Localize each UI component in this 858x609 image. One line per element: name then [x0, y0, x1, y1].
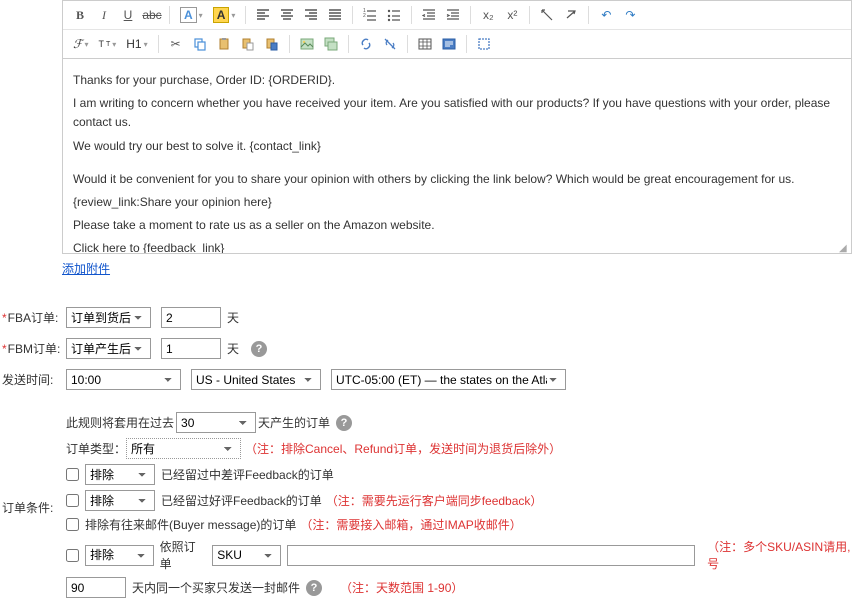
editor-content[interactable]: Thanks for your purchase, Order ID: {ORD…: [62, 59, 852, 254]
sendtime-tz-select[interactable]: UTC-05:00 (ET) — the states on the Atla: [331, 369, 566, 390]
paste-button[interactable]: [213, 33, 235, 55]
exclude4-select[interactable]: 排除: [85, 545, 154, 566]
undo-button[interactable]: ↶: [595, 4, 617, 26]
resize-handle[interactable]: ◢: [839, 241, 849, 251]
copy-button[interactable]: [189, 33, 211, 55]
editor-line: Would it be convenient for you to share …: [73, 170, 841, 189]
ordered-list-button[interactable]: 12: [359, 4, 381, 26]
help-icon[interactable]: ?: [336, 415, 352, 431]
exclude3-checkbox[interactable]: [66, 518, 79, 531]
sendtime-country-select[interactable]: US - United States: [191, 369, 321, 390]
exclude2-text: 已经留过好评Feedback的订单: [161, 492, 322, 509]
unordered-list-button[interactable]: [383, 4, 405, 26]
fbm-label: FBM订单:: [2, 340, 66, 357]
exclude2-select[interactable]: 排除: [85, 490, 155, 511]
order-type-note: （注：排除Cancel、Refund订单，发送时间为退货后除外）: [245, 440, 561, 457]
underline-button[interactable]: U: [117, 4, 139, 26]
fullscreen-button[interactable]: [473, 33, 495, 55]
bold-button[interactable]: B: [69, 4, 91, 26]
sendtime-label: 发送时间:: [2, 371, 66, 388]
order-type-select[interactable]: 所有: [126, 438, 241, 459]
days-limit-note: （注：天数范围 1-90）: [340, 579, 463, 596]
paste-word-button[interactable]: [261, 33, 283, 55]
font-color-button[interactable]: A▾: [176, 4, 207, 26]
exclude4-checkbox[interactable]: [66, 549, 79, 562]
subscript-button[interactable]: x₂: [477, 4, 499, 26]
editor-line: We would try our best to solve it. {cont…: [73, 137, 841, 156]
exclude2-note: （注：需要先运行客户端同步feedback）: [326, 492, 543, 509]
editor-line: Please take a moment to rate us as a sel…: [73, 216, 841, 235]
select-all-button[interactable]: [536, 4, 558, 26]
outdent-button[interactable]: [418, 4, 440, 26]
table-button[interactable]: [414, 33, 436, 55]
editor-line: Click here to {feedback_link}: [73, 239, 841, 254]
sendtime-time-select[interactable]: 10:00: [66, 369, 181, 390]
svg-text:2: 2: [363, 13, 366, 19]
clear-format-button[interactable]: [560, 4, 582, 26]
source-button[interactable]: [438, 33, 460, 55]
fba-days-input[interactable]: [161, 307, 221, 328]
image-button[interactable]: [296, 33, 318, 55]
bg-color-button[interactable]: A▾: [209, 4, 240, 26]
align-right-button[interactable]: [300, 4, 322, 26]
editor-line: {review_link:Share your opinion here}: [73, 193, 841, 212]
redo-button[interactable]: ↷: [619, 4, 641, 26]
rule-days-select[interactable]: 30: [176, 412, 256, 433]
rule-suffix: 天产生的订单: [258, 414, 330, 431]
font-family-button[interactable]: ℱ▾: [69, 33, 92, 55]
align-justify-button[interactable]: [324, 4, 346, 26]
paste-text-button[interactable]: [237, 33, 259, 55]
days-limit-input[interactable]: [66, 577, 126, 598]
exclude4-value-input[interactable]: [287, 545, 695, 566]
help-icon[interactable]: ?: [251, 341, 267, 357]
exclude1-text: 已经留过中差评Feedback的订单: [161, 466, 334, 483]
exclude3-note: （注：需要接入邮箱，通过IMAP收邮件）: [300, 516, 521, 533]
strikethrough-button[interactable]: abc: [141, 4, 163, 26]
fbm-unit: 天: [227, 340, 239, 357]
font-size-button[interactable]: TT▾: [94, 33, 120, 55]
cond-label: 订单条件:: [2, 499, 66, 516]
exclude2-checkbox[interactable]: [66, 494, 79, 507]
indent-button[interactable]: [442, 4, 464, 26]
exclude3-text: 排除有往来邮件(Buyer message)的订单: [85, 516, 296, 533]
fbm-trigger-select[interactable]: 订单产生后: [66, 338, 151, 359]
multi-image-button[interactable]: [320, 33, 342, 55]
italic-button[interactable]: I: [93, 4, 115, 26]
order-type-label: 订单类型：: [66, 440, 126, 457]
exclude4-note: （注：多个SKU/ASIN请用,号: [707, 538, 858, 572]
align-left-button[interactable]: [252, 4, 274, 26]
exclude4-field-select[interactable]: SKU: [212, 545, 281, 566]
unlink-button[interactable]: [379, 33, 401, 55]
exclude4-by: 依照订单: [160, 538, 207, 572]
exclude1-checkbox[interactable]: [66, 468, 79, 481]
heading-button[interactable]: H1▾: [122, 33, 151, 55]
exclude1-select[interactable]: 排除: [85, 464, 155, 485]
cut-button[interactable]: ✂: [165, 33, 187, 55]
fba-label: FBA订单:: [2, 309, 66, 326]
align-center-button[interactable]: [276, 4, 298, 26]
days-limit-text: 天内同一个买家只发送一封邮件: [132, 579, 300, 596]
rule-prefix: 此规则将套用在过去: [66, 414, 174, 431]
fba-trigger-select[interactable]: 订单到货后: [66, 307, 151, 328]
editor-line: Thanks for your purchase, Order ID: {ORD…: [73, 71, 841, 90]
fba-unit: 天: [227, 309, 239, 326]
help-icon[interactable]: ?: [306, 580, 322, 596]
fbm-days-input[interactable]: [161, 338, 221, 359]
editor-line: I am writing to concern whether you have…: [73, 94, 841, 132]
link-button[interactable]: [355, 33, 377, 55]
add-attachment-link[interactable]: 添加附件: [62, 260, 110, 277]
superscript-button[interactable]: x²: [501, 4, 523, 26]
editor-toolbar: B I U abc A▾ A▾ 12 x₂ x²: [62, 0, 852, 59]
